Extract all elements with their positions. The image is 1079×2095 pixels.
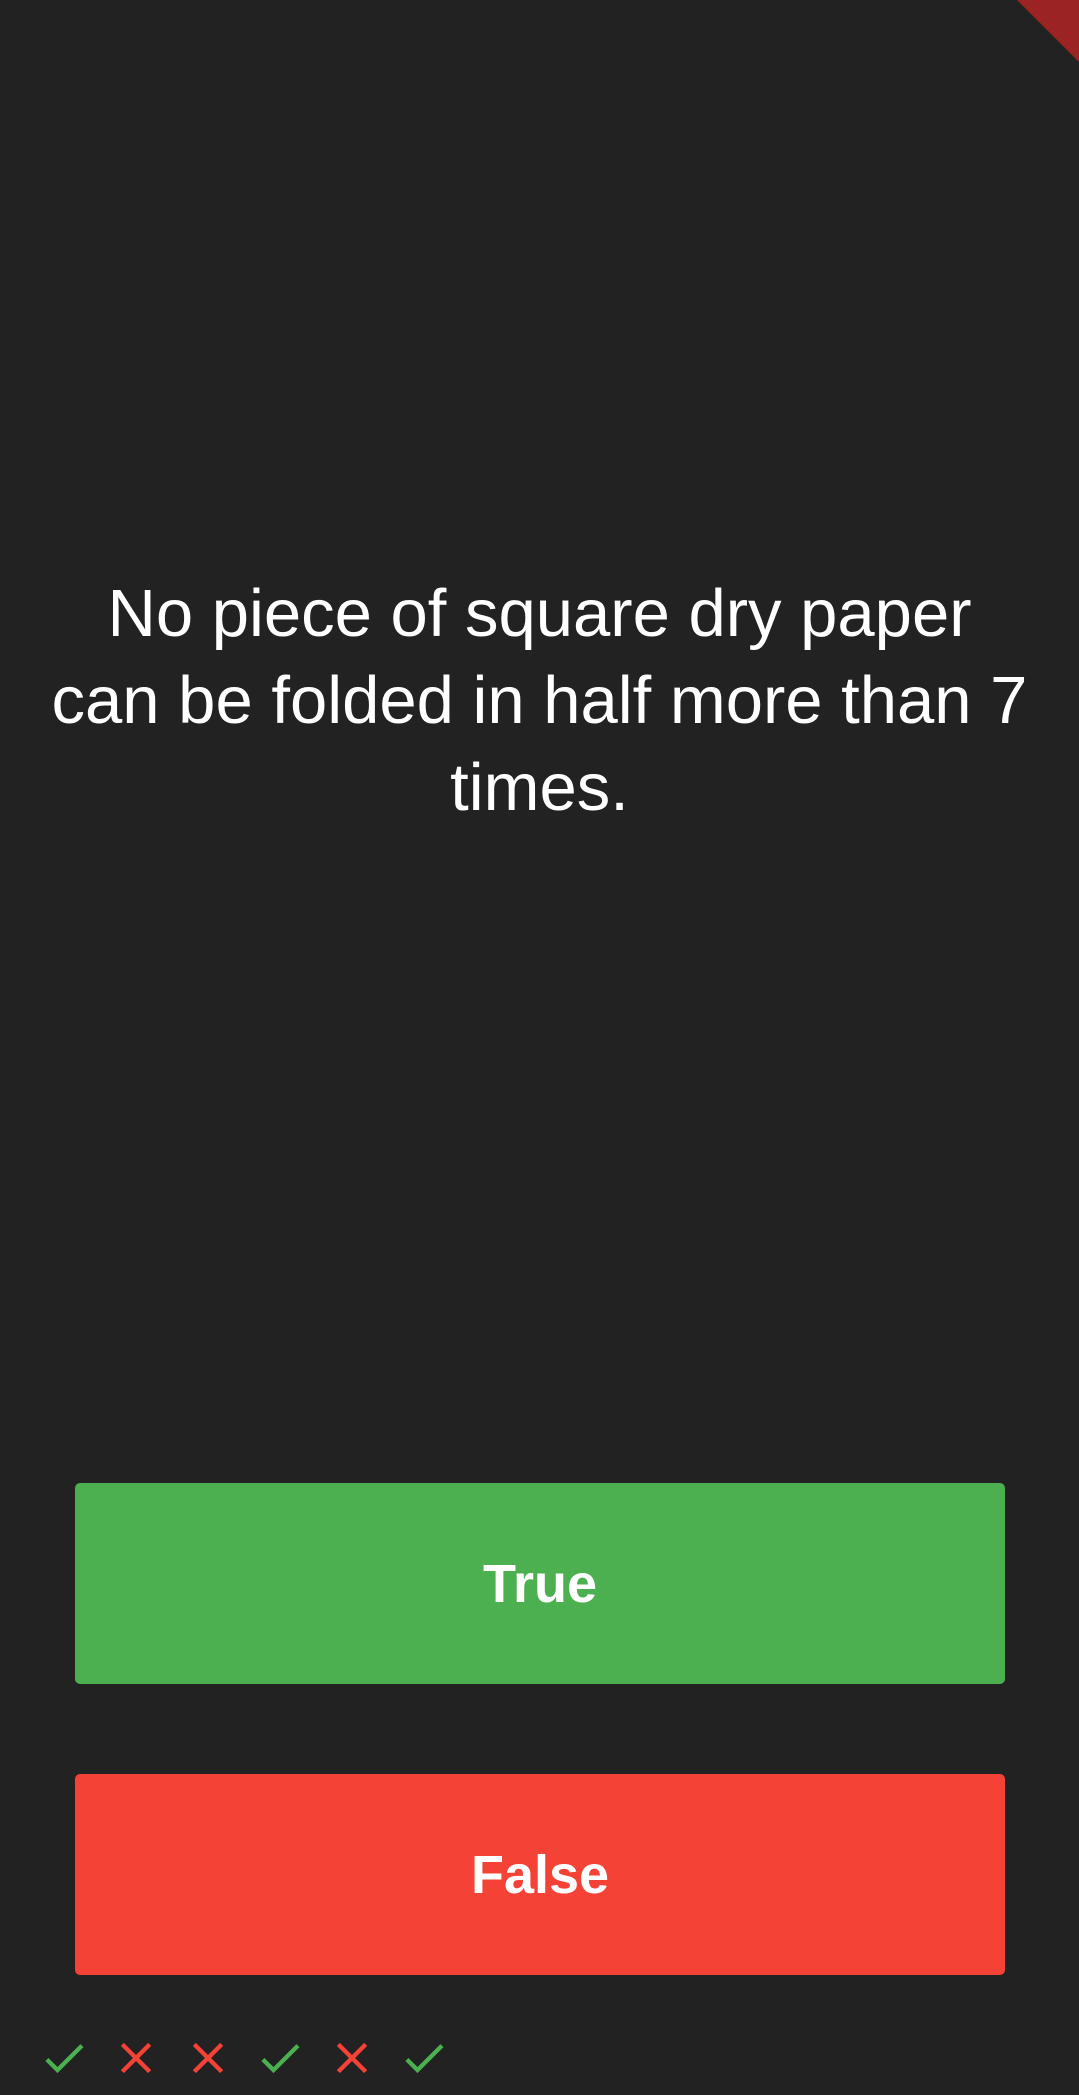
check-icon <box>45 2044 84 2074</box>
question-area: No piece of square dry paper can be fold… <box>40 570 1039 831</box>
debug-banner <box>1017 0 1079 62</box>
close-icon <box>120 2042 152 2074</box>
question-text: No piece of square dry paper can be fold… <box>51 576 1028 825</box>
false-button-label: False <box>470 1844 610 1905</box>
check-icon <box>261 2044 300 2074</box>
true-button-label: True <box>482 1553 598 1614</box>
false-button[interactable]: False <box>75 1774 1005 1975</box>
score-keeper <box>38 2032 450 2084</box>
check-icon <box>405 2044 444 2074</box>
close-icon <box>192 2042 224 2074</box>
true-button[interactable]: True <box>75 1483 1005 1684</box>
close-icon <box>336 2042 368 2074</box>
